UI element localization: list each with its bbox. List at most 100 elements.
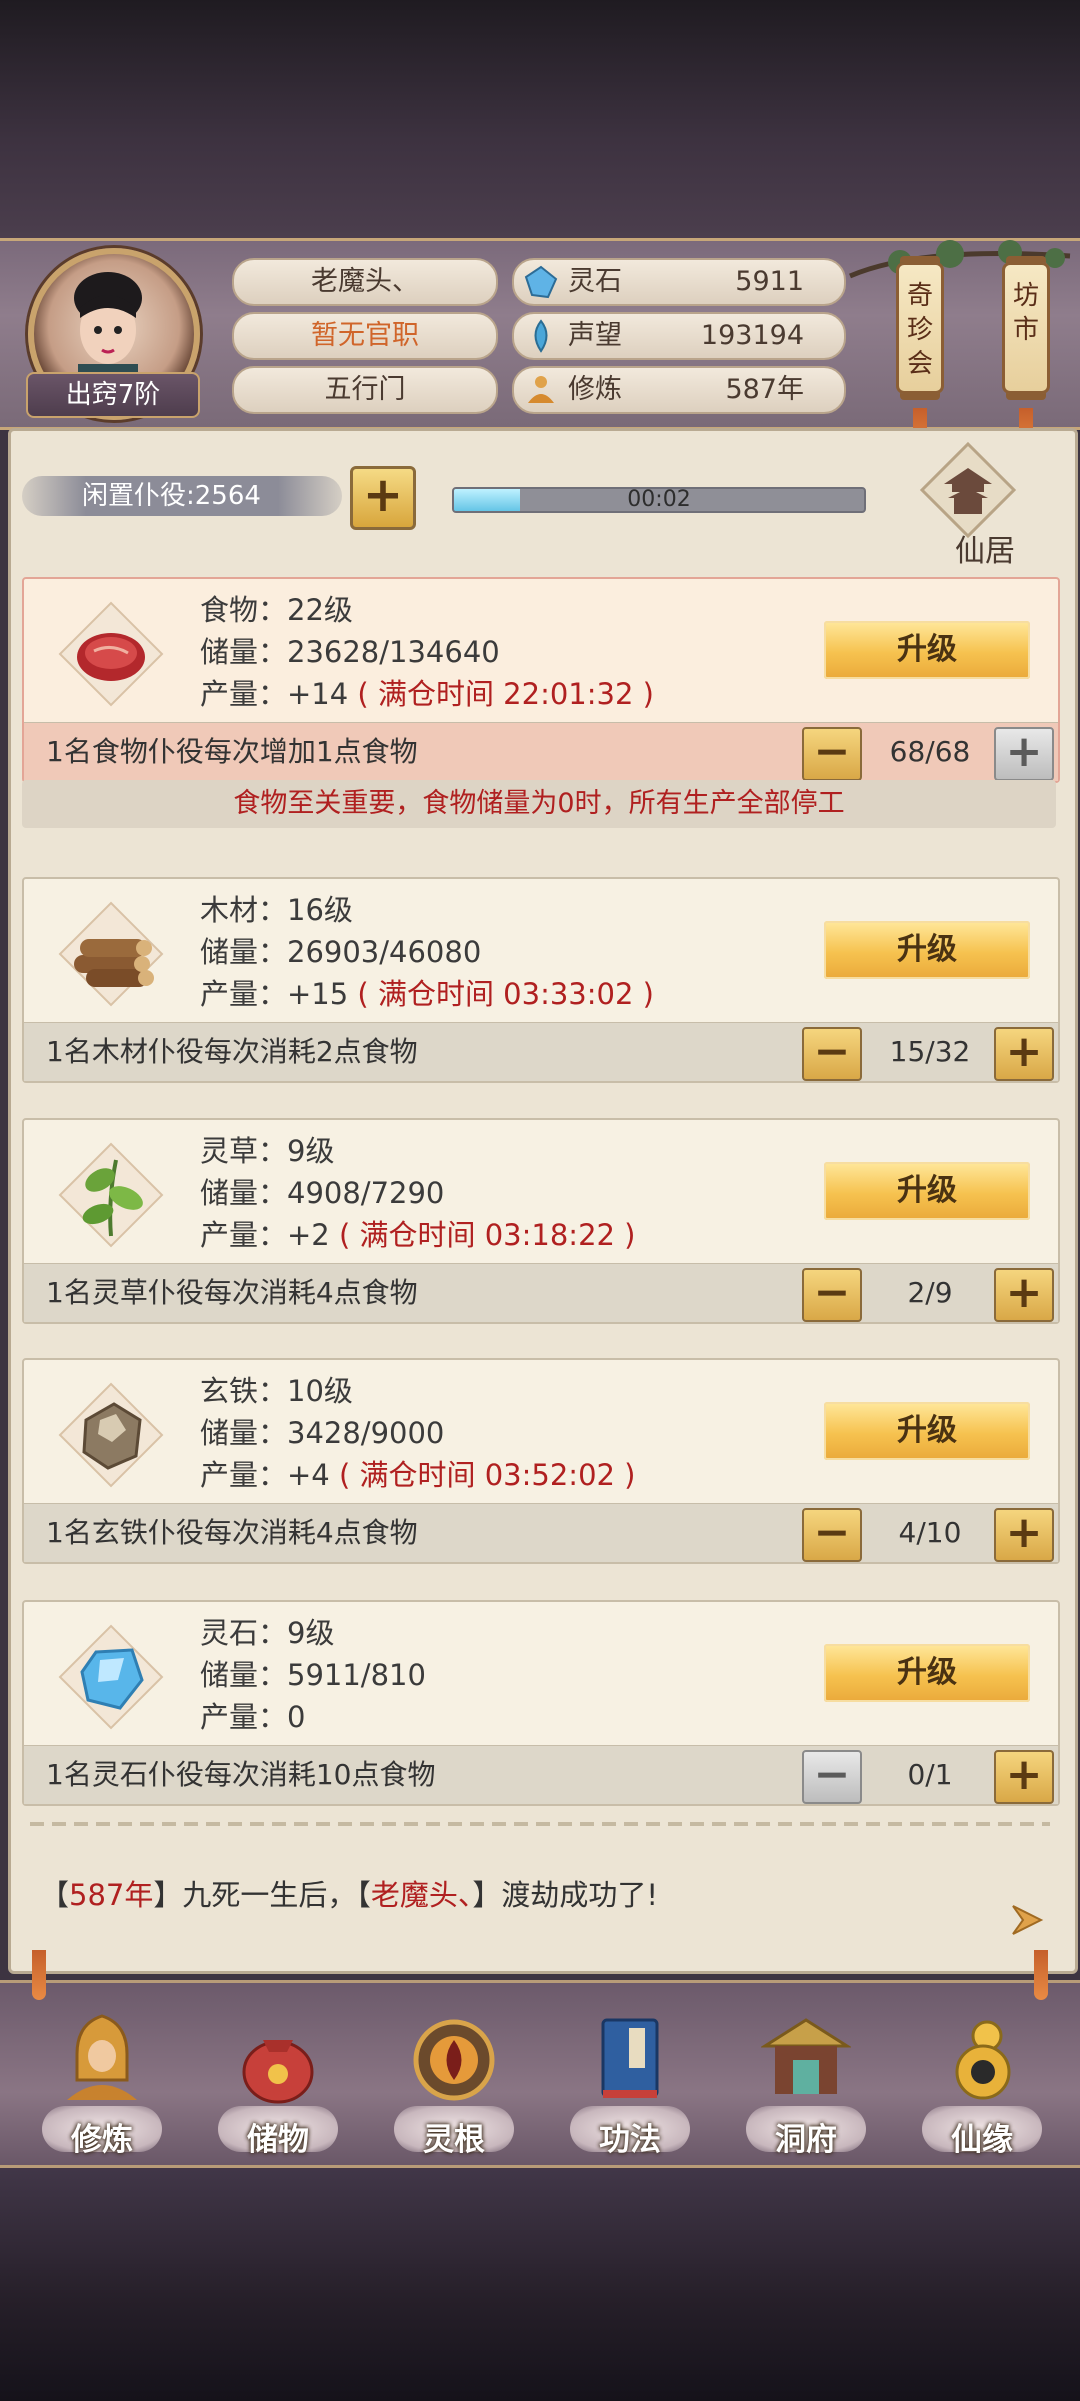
- increase-iron-servants-button[interactable]: +: [994, 1508, 1054, 1562]
- servant-count: 4/10: [898, 1516, 962, 1549]
- fangshi-button[interactable]: 坊市: [1002, 262, 1050, 394]
- resource-storage: 储量：23628/134640: [200, 635, 500, 669]
- cave-mansion-icon: [761, 2018, 851, 2094]
- bag-icon: [242, 2040, 314, 2104]
- idle-servants-label: 闲置仆役:2564: [22, 476, 342, 516]
- qizhenhui-button[interactable]: 奇珍会: [896, 262, 944, 394]
- stat-label: 声望: [568, 320, 622, 351]
- resource-production: 产量：0: [200, 1700, 306, 1734]
- nav-techniques[interactable]: 功法: [560, 2010, 700, 2160]
- recruit-progress-bar: 00:02: [452, 487, 866, 513]
- nav-label: 灵根: [423, 2122, 485, 2158]
- nav-cultivate[interactable]: 修炼: [32, 2010, 172, 2160]
- increase-herb-servants-button[interactable]: +: [994, 1268, 1054, 1322]
- expand-log-arrow-icon[interactable]: [1005, 1898, 1049, 1942]
- resource-level: 玄铁：10级: [200, 1374, 353, 1408]
- decrease-wood-servants-button[interactable]: −: [802, 1027, 862, 1081]
- tassel-decoration: [32, 1950, 46, 2000]
- decrease-spirit-stone-servants-button[interactable]: −: [802, 1750, 862, 1804]
- nav-storage[interactable]: 储物: [208, 2010, 348, 2160]
- player-name: 老魔头、: [232, 258, 498, 306]
- nav-spirit-root[interactable]: 灵根: [384, 2010, 524, 2160]
- add-servant-button[interactable]: +: [350, 466, 416, 530]
- full-time: ( 满仓时间 22:01:32 ): [357, 677, 654, 711]
- fangshi-label: 坊市: [1012, 281, 1039, 345]
- resource-card-food: 食物：22级 储量：23628/134640 产量：+14 ( 满仓时间 22:…: [22, 577, 1060, 783]
- stat-value: 193194: [700, 320, 804, 351]
- servant-desc: 1名食物仆役每次增加1点食物: [46, 735, 418, 768]
- meditation-icon: [528, 376, 554, 403]
- stat-label: 修炼: [568, 374, 622, 405]
- book-icon: [601, 2018, 659, 2098]
- stat-value: 5911: [735, 266, 804, 297]
- upgrade-spirit-stone-button[interactable]: 升级: [824, 1644, 1030, 1702]
- resource-card-iron: 玄铁：10级 储量：3428/9000 产量：+4 ( 满仓时间 03:52:0…: [22, 1358, 1060, 1564]
- servant-desc: 1名玄铁仆役每次消耗4点食物: [46, 1516, 418, 1549]
- resource-production: 产量：+15: [200, 977, 349, 1011]
- servant-desc: 1名灵草仆役每次消耗4点食物: [46, 1276, 418, 1309]
- stat-label: 灵石: [568, 266, 622, 297]
- tassel-decoration: [1034, 1950, 1048, 2000]
- nav-label: 储物: [247, 2122, 309, 2158]
- nav-label: 修炼: [71, 2122, 133, 2158]
- increase-wood-servants-button[interactable]: +: [994, 1027, 1054, 1081]
- nav-label: 仙缘: [951, 2122, 1013, 2158]
- cultivation-stat: 修炼 587年: [512, 366, 846, 414]
- resource-storage: 储量：26903/46080: [200, 935, 482, 969]
- sect-name[interactable]: 五行门: [232, 366, 498, 414]
- servant-desc: 1名灵石仆役每次消耗10点食物: [46, 1758, 436, 1791]
- crystal-icon: [58, 1624, 164, 1730]
- log-year: 587年: [69, 1878, 154, 1912]
- cultivator-icon: [67, 2014, 137, 2100]
- resource-card-spirit-stone: 灵石：9级 储量：5911/810 产量：0 升级 1名灵石仆役每次消耗10点食…: [22, 1600, 1060, 1806]
- nav-cave-dwelling[interactable]: 洞府: [736, 2010, 876, 2160]
- decrease-herb-servants-button[interactable]: −: [802, 1268, 862, 1322]
- progress-timer: 00:02: [627, 487, 691, 512]
- event-log: 【587年】九死一生后，【老魔头、】渡劫成功了!: [40, 1872, 658, 1914]
- servant-count: 2/9: [907, 1276, 953, 1309]
- divider: [30, 1822, 1050, 1826]
- gourd-icon: [955, 2020, 1011, 2100]
- realm-badge: 出窍7阶: [26, 372, 200, 418]
- reputation-stat: 声望 193194: [512, 312, 846, 360]
- official-title[interactable]: 暂无官职: [232, 312, 498, 360]
- log-bracket: 【: [40, 1878, 70, 1912]
- log-text: 】九死一生后，【: [153, 1878, 371, 1912]
- decrease-iron-servants-button[interactable]: −: [802, 1508, 862, 1562]
- full-time: ( 满仓时间 03:18:22 ): [338, 1218, 636, 1252]
- avatar-portrait-icon: [74, 272, 142, 388]
- bottom-backdrop: [0, 2160, 1080, 2401]
- food-warning: 食物至关重要，食物储量为0时，所有生产全部停工: [22, 780, 1056, 828]
- nav-fortune[interactable]: 仙缘: [912, 2010, 1052, 2160]
- resource-card-herb: 灵草：9级 储量：4908/7290 产量：+2 ( 满仓时间 03:18:22…: [22, 1118, 1060, 1324]
- resource-storage: 储量：5911/810: [200, 1658, 426, 1692]
- resource-storage: 储量：3428/9000: [200, 1416, 445, 1450]
- resource-level: 木材：16级: [200, 893, 353, 927]
- pavilion-icon[interactable]: [918, 440, 1018, 540]
- ore-icon: [58, 1382, 164, 1488]
- servant-count: 68/68: [889, 735, 971, 768]
- spirit-root-icon: [413, 2019, 495, 2101]
- increase-spirit-stone-servants-button[interactable]: +: [994, 1750, 1054, 1804]
- xianju-label[interactable]: 仙居: [930, 526, 1040, 569]
- upgrade-food-button[interactable]: 升级: [824, 621, 1030, 679]
- log-text-end: 】渡劫成功了!: [472, 1878, 659, 1912]
- upgrade-wood-button[interactable]: 升级: [824, 921, 1030, 979]
- wood-logs-icon: [58, 901, 164, 1007]
- nav-label: 洞府: [775, 2122, 837, 2158]
- increase-food-servants-button[interactable]: +: [994, 727, 1054, 781]
- upgrade-iron-button[interactable]: 升级: [824, 1402, 1030, 1460]
- qizhenhui-label: 奇珍会: [906, 281, 933, 379]
- stat-value: 587年: [725, 374, 804, 405]
- herb-icon: [58, 1142, 164, 1248]
- spirit-stone-stat: 灵石 5911: [512, 258, 846, 306]
- servant-count: 15/32: [889, 1035, 971, 1068]
- upgrade-herb-button[interactable]: 升级: [824, 1162, 1030, 1220]
- full-time: ( 满仓时间 03:33:02 ): [357, 977, 654, 1011]
- resource-level: 灵草：9级: [200, 1134, 335, 1168]
- log-name: 老魔头、: [370, 1878, 473, 1912]
- resource-production: 产量：+4: [200, 1458, 330, 1492]
- servant-desc: 1名木材仆役每次消耗2点食物: [46, 1035, 418, 1068]
- decrease-food-servants-button[interactable]: −: [802, 727, 862, 781]
- full-time: ( 满仓时间 03:52:02 ): [338, 1458, 636, 1492]
